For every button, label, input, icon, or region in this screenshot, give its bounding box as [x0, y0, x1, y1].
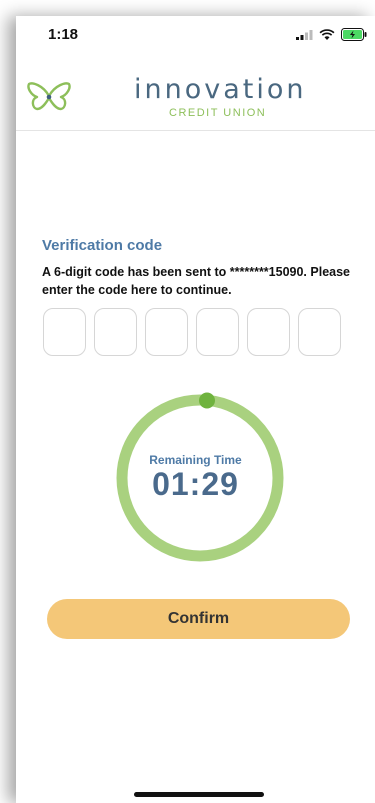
- status-icons: [296, 28, 367, 41]
- confirm-button[interactable]: Confirm: [47, 599, 350, 639]
- code-digit-5[interactable]: [247, 308, 290, 356]
- timer-label: Remaining Time: [149, 453, 242, 467]
- verification-message: A 6-digit code has been sent to ********…: [42, 265, 350, 297]
- code-inputs: [43, 308, 341, 356]
- logo-wordmark: innovation: [134, 74, 307, 105]
- status-time: 1:18: [48, 26, 79, 43]
- countdown-knob: [199, 392, 215, 409]
- code-digit-2[interactable]: [94, 308, 137, 356]
- verification-title: Verification code: [42, 237, 163, 254]
- wifi-icon: [319, 28, 335, 40]
- battery-icon: [341, 28, 367, 41]
- status-bar: 1:18: [16, 16, 375, 60]
- home-indicator[interactable]: [134, 792, 264, 797]
- app-header: innovation CREDIT UNION: [16, 60, 375, 131]
- butterfly-icon[interactable]: [26, 82, 72, 112]
- code-digit-3[interactable]: [145, 308, 188, 356]
- phone-screen: 1:18 innovation CREDIT UNION Verificatio…: [16, 16, 375, 803]
- timer-value: 01:29: [152, 466, 239, 502]
- code-digit-1[interactable]: [43, 308, 86, 356]
- code-digit-6[interactable]: [298, 308, 341, 356]
- logo-tagline: CREDIT UNION: [169, 107, 267, 119]
- signal-icon: [296, 30, 313, 40]
- code-digit-4[interactable]: [196, 308, 239, 356]
